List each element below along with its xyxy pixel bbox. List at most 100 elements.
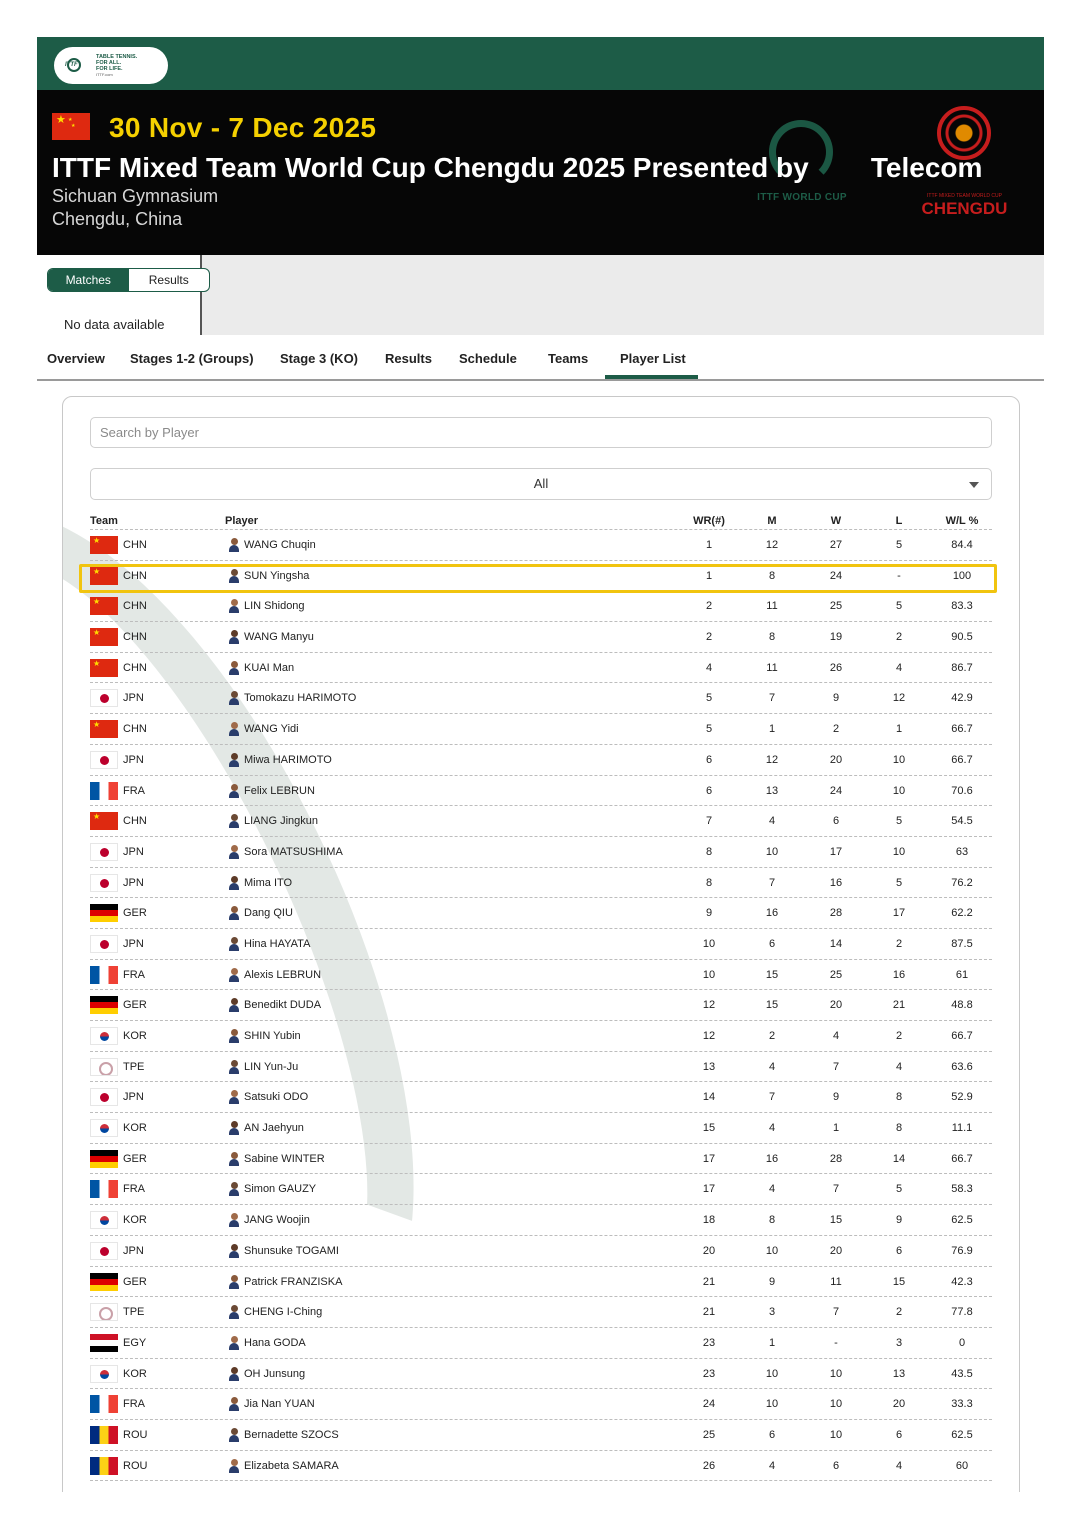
player-name-link[interactable]: Felix LEBRUN — [244, 785, 315, 797]
player-name-link[interactable]: Simon GAUZY — [244, 1183, 316, 1195]
losses: 14 — [892, 1152, 906, 1165]
team-code: CHN — [123, 569, 147, 582]
player-name-link[interactable]: Satsuki ODO — [244, 1091, 308, 1103]
table-row[interactable]: CHN WANG Manyu 2 8 19 2 90.5 — [90, 622, 992, 653]
table-row[interactable]: JPN Hina HAYATA 10 6 14 2 87.5 — [90, 929, 992, 960]
table-row[interactable]: KOR AN Jaehyun 15 4 1 8 11.1 — [90, 1113, 992, 1144]
player-name-link[interactable]: Hana GODA — [244, 1337, 306, 1349]
player-avatar — [228, 844, 240, 859]
tab-player-list[interactable]: Player List — [620, 351, 686, 366]
table-row[interactable]: CHN WANG Yidi 5 1 2 1 66.7 — [90, 714, 992, 745]
player-name-link[interactable]: Dang QIU — [244, 907, 293, 919]
table-row[interactable]: KOR SHIN Yubin 12 2 4 2 66.7 — [90, 1021, 992, 1052]
tab-overview[interactable]: Overview — [47, 351, 105, 366]
table-row[interactable]: CHN KUAI Man 4 11 26 4 86.7 — [90, 653, 992, 684]
col-player[interactable]: Player — [225, 515, 258, 527]
losses: 8 — [895, 1091, 903, 1104]
table-row[interactable]: JPN Sora MATSUSHIMA 8 10 17 10 63 — [90, 837, 992, 868]
player-avatar — [228, 936, 240, 951]
matches-played: 4 — [768, 1459, 776, 1472]
tab-stage-3-ko[interactable]: Stage 3 (KO) — [280, 351, 358, 366]
player-name-link[interactable]: AN Jaehyun — [244, 1122, 304, 1134]
col-wins[interactable]: W — [816, 515, 856, 527]
col-matches[interactable]: M — [752, 515, 792, 527]
ittf-logo-link[interactable]: ITTF TABLE TENNIS. FOR ALL. FOR LIFE. IT… — [54, 47, 168, 84]
player-name-link[interactable]: Benedikt DUDA — [244, 999, 321, 1011]
player-name-link[interactable]: WANG Chuqin — [244, 539, 316, 551]
player-name-link[interactable]: OH Junsung — [244, 1368, 305, 1380]
losses: 15 — [892, 1275, 906, 1288]
col-team[interactable]: Team — [90, 515, 118, 527]
table-row[interactable]: TPE CHENG I-Ching 21 3 7 2 77.8 — [90, 1297, 992, 1328]
table-row[interactable]: JPN Satsuki ODO 14 7 9 8 52.9 — [90, 1082, 992, 1114]
player-name-link[interactable]: Sabine WINTER — [244, 1153, 325, 1165]
table-row[interactable]: KOR OH Junsung 23 10 10 13 43.5 — [90, 1359, 992, 1390]
tab-schedule[interactable]: Schedule — [459, 351, 517, 366]
player-name-link[interactable]: KUAI Man — [244, 662, 294, 674]
team-code: GER — [123, 1152, 147, 1165]
player-name-link[interactable]: SUN Yingsha — [244, 570, 309, 582]
table-row[interactable]: ROU Elizabeta SAMARA 26 4 6 4 60 — [90, 1451, 992, 1482]
losses: 13 — [892, 1367, 906, 1380]
table-row[interactable]: ROU Bernadette SZOCS 25 6 10 6 62.5 — [90, 1420, 992, 1451]
table-row[interactable]: CHN LIN Shidong 2 11 25 5 83.3 — [90, 591, 992, 623]
player-name-link[interactable]: Hina HAYATA — [244, 938, 310, 950]
team-filter-select[interactable]: All — [90, 468, 992, 500]
player-name-link[interactable]: Elizabeta SAMARA — [244, 1460, 339, 1472]
wins: 14 — [829, 937, 843, 950]
results-tab[interactable]: Results — [129, 269, 210, 291]
player-name-link[interactable]: CHENG I-Ching — [244, 1306, 322, 1318]
player-name-link[interactable]: WANG Manyu — [244, 631, 314, 643]
tab-results[interactable]: Results — [385, 351, 432, 366]
table-row[interactable]: FRA Alexis LEBRUN 10 15 25 16 61 — [90, 960, 992, 991]
table-row[interactable]: FRA Jia Nan YUAN 24 10 10 20 33.3 — [90, 1389, 992, 1420]
player-name-link[interactable]: LIN Yun-Ju — [244, 1061, 298, 1073]
table-row[interactable]: KOR JANG Woojin 18 8 15 9 62.5 — [90, 1205, 992, 1236]
table-row[interactable]: GER Patrick FRANZISKA 21 9 11 15 42.3 — [90, 1267, 992, 1298]
search-player-input[interactable]: Search by Player — [90, 417, 992, 448]
tab-stages-groups[interactable]: Stages 1-2 (Groups) — [130, 351, 254, 366]
team-code: JPN — [123, 845, 144, 858]
player-name-link[interactable]: Mima ITO — [244, 877, 292, 889]
win-loss-pct: 62.5 — [951, 1214, 973, 1227]
table-row[interactable]: CHN LIANG Jingkun 7 4 6 5 54.5 — [90, 806, 992, 837]
wins: 1 — [832, 1122, 840, 1135]
team-flag-icon — [90, 1303, 118, 1322]
player-name-link[interactable]: LIN Shidong — [244, 600, 305, 612]
player-name-link[interactable]: WANG Yidi — [244, 723, 299, 735]
table-row[interactable]: GER Benedikt DUDA 12 15 20 21 48.8 — [90, 990, 992, 1021]
player-name-link[interactable]: JANG Woojin — [244, 1214, 310, 1226]
world-ranking: 15 — [702, 1122, 716, 1135]
player-avatar — [228, 814, 240, 829]
wins: 7 — [832, 1306, 840, 1319]
player-name-link[interactable]: Alexis LEBRUN — [244, 969, 321, 981]
player-name-link[interactable]: Sora MATSUSHIMA — [244, 846, 343, 858]
table-row[interactable]: EGY Hana GODA 23 1 - 3 0 — [90, 1328, 992, 1359]
table-row[interactable]: FRA Felix LEBRUN 6 13 24 10 70.6 — [90, 776, 992, 807]
player-name-link[interactable]: Bernadette SZOCS — [244, 1429, 339, 1441]
table-row[interactable]: GER Sabine WINTER 17 16 28 14 66.7 — [90, 1144, 992, 1175]
table-row[interactable]: JPN Tomokazu HARIMOTO 5 7 9 12 42.9 — [90, 683, 992, 715]
table-row[interactable]: TPE LIN Yun-Ju 13 4 7 4 63.6 — [90, 1052, 992, 1083]
table-row[interactable]: JPN Shunsuke TOGAMI 20 10 20 6 76.9 — [90, 1236, 992, 1267]
table-row[interactable]: JPN Miwa HARIMOTO 6 12 20 10 66.7 — [90, 745, 992, 776]
table-row[interactable]: FRA Simon GAUZY 17 4 7 5 58.3 — [90, 1174, 992, 1206]
team-code: JPN — [123, 1244, 144, 1257]
matches-tab[interactable]: Matches — [48, 269, 129, 291]
player-name-link[interactable]: LIANG Jingkun — [244, 815, 318, 827]
player-name-link[interactable]: Patrick FRANZISKA — [244, 1276, 342, 1288]
table-row[interactable]: CHN WANG Chuqin 1 12 27 5 84.4 — [90, 530, 992, 561]
player-name-link[interactable]: Miwa HARIMOTO — [244, 754, 332, 766]
table-row[interactable]: CHN SUN Yingsha 1 8 24 - 100 — [90, 561, 992, 592]
player-name-link[interactable]: SHIN Yubin — [244, 1030, 301, 1042]
matches-played: 9 — [768, 1275, 776, 1288]
player-name-link[interactable]: Tomokazu HARIMOTO — [244, 692, 356, 704]
tab-teams[interactable]: Teams — [548, 351, 588, 366]
col-wr[interactable]: WR(#) — [689, 515, 729, 527]
table-row[interactable]: JPN Mima ITO 8 7 16 5 76.2 — [90, 868, 992, 899]
player-name-link[interactable]: Jia Nan YUAN — [244, 1398, 315, 1410]
player-name-link[interactable]: Shunsuke TOGAMI — [244, 1245, 339, 1257]
col-losses[interactable]: L — [879, 515, 919, 527]
col-win-loss-pct[interactable]: W/L % — [942, 515, 982, 527]
table-row[interactable]: GER Dang QIU 9 16 28 17 62.2 — [90, 898, 992, 929]
